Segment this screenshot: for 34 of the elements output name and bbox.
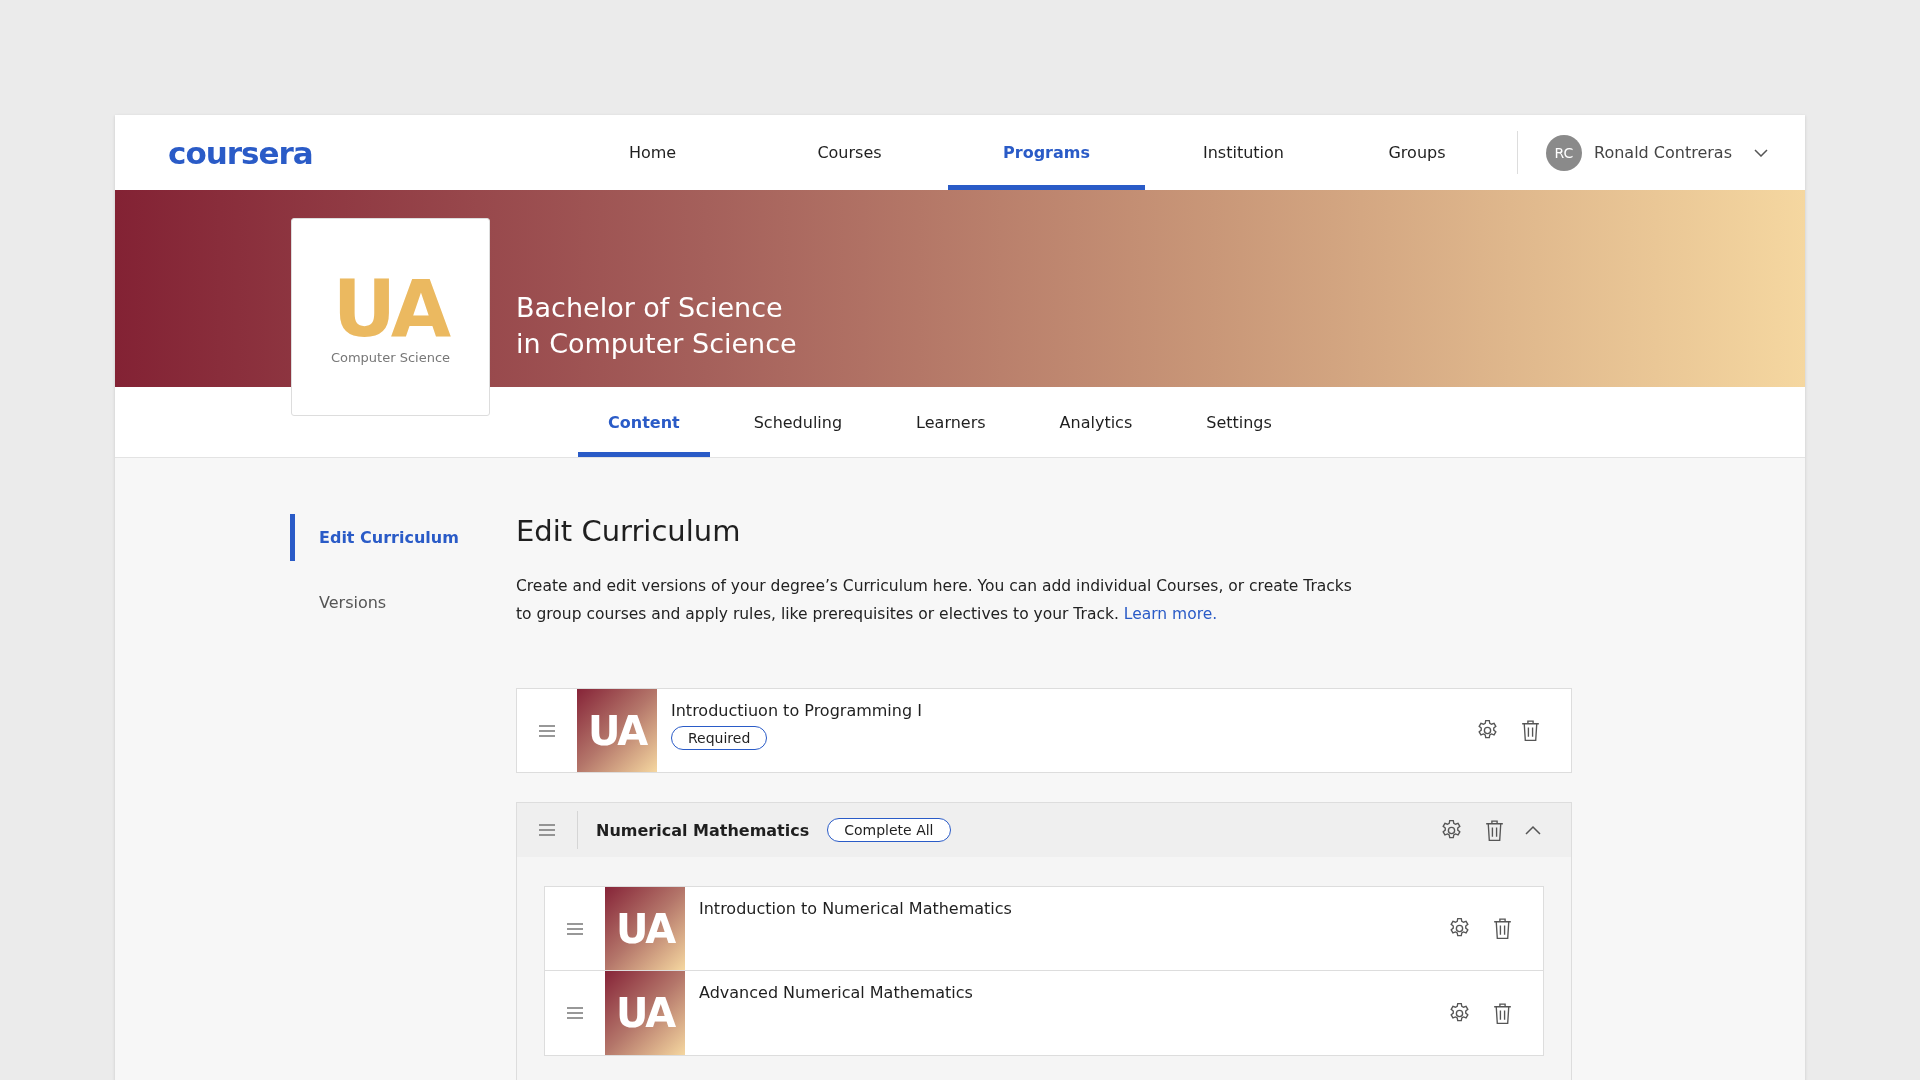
drag-handle-icon[interactable] — [539, 824, 555, 836]
coursera-logo[interactable]: coursera — [168, 134, 554, 171]
section-tab[interactable]: Analytics — [1029, 387, 1163, 457]
course-thumbnail: UA — [577, 689, 657, 772]
sidebar-item[interactable]: Versions — [290, 579, 516, 626]
course-tag: Required — [671, 726, 768, 750]
chevron-down-icon[interactable] — [1754, 148, 1768, 157]
sidebar-item[interactable]: Edit Curriculum — [290, 514, 516, 561]
nav-link[interactable]: Institution — [1145, 115, 1342, 190]
drag-handle-icon[interactable] — [567, 1007, 583, 1019]
drag-handle-icon[interactable] — [567, 922, 583, 935]
course-thumbnail: UA — [605, 971, 685, 1055]
track-title: Numerical Mathematics — [596, 820, 810, 840]
user-name[interactable]: Ronald Contreras — [1594, 143, 1732, 162]
section-tab[interactable]: Learners — [886, 387, 1016, 457]
drag-handle-icon[interactable] — [539, 724, 555, 737]
logo-mark: UA — [332, 269, 449, 348]
program-title: Bachelor of Science in Computer Science — [516, 290, 797, 361]
description-text: Create and edit versions of your degree’s Curriculum here. You can add individual Courses, or create Tracks to group courses and apply rules, like prerequisites or electives to your Track. Learn more. — [516, 576, 1353, 625]
course-title: Advanced Numerical Mathematics — [699, 983, 973, 1002]
learn-more-link[interactable]: Learn more. — [1123, 605, 1218, 623]
course-title: Introduction to Numerical Mathematics — [699, 899, 1012, 918]
section-tab[interactable]: Scheduling — [723, 387, 873, 457]
nav-link[interactable]: Groups — [1342, 115, 1492, 190]
nav-link[interactable]: Courses — [751, 115, 948, 190]
section-tab[interactable]: Settings — [1176, 387, 1302, 457]
section-tab[interactable]: Content — [578, 387, 710, 457]
logo-caption: Computer Science — [330, 349, 451, 365]
nav-link[interactable]: Home — [554, 115, 751, 190]
track-tag: Complete All — [827, 818, 951, 842]
course-thumbnail: UA — [605, 887, 685, 970]
course-title: Introductiuon to Programming I — [671, 701, 922, 720]
collapse-icon[interactable] — [1525, 825, 1541, 835]
page-heading: Edit Curriculum — [516, 514, 742, 548]
